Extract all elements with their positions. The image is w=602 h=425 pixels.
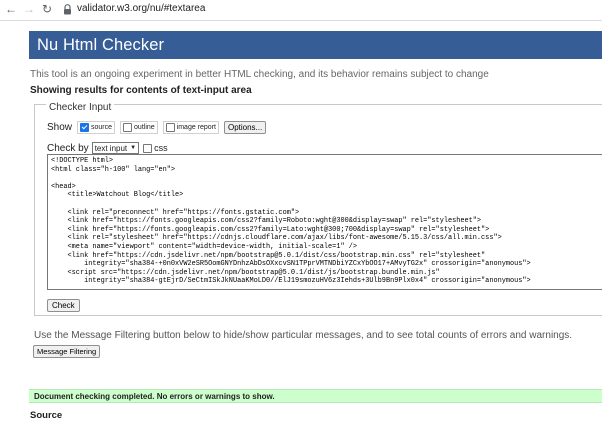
textarea-line: integrity="sha384-+0n0xVW2eSR5OomGNYDnhz… bbox=[51, 260, 531, 269]
textarea-line: <meta name="viewport" content="width=dev… bbox=[51, 242, 357, 251]
textarea-line: <link href="https://cdn.jsdelivr.net/npm… bbox=[51, 251, 486, 260]
source-label: source bbox=[91, 124, 113, 131]
lock-icon bbox=[64, 4, 71, 15]
show-source-option[interactable]: source bbox=[77, 121, 116, 134]
check-by-select[interactable]: text input ▼ bbox=[91, 142, 140, 154]
image-report-label: image report bbox=[176, 124, 216, 131]
textarea-line: <!DOCTYPE html> bbox=[51, 157, 114, 165]
outline-label: outline bbox=[134, 124, 155, 131]
source-checkbox[interactable] bbox=[80, 123, 90, 132]
outline-checkbox[interactable] bbox=[123, 123, 133, 132]
page-header: Nu Html Checker bbox=[29, 31, 602, 59]
textarea-line: <link href="https://fonts.googleapis.com… bbox=[51, 225, 490, 234]
textarea-line: <script src="https://cdn.jsdelivr.net/np… bbox=[51, 268, 440, 277]
checker-input-legend: Checker Input bbox=[46, 102, 115, 113]
textarea-line bbox=[51, 174, 599, 183]
chevron-down-icon: ▼ bbox=[130, 145, 137, 151]
results-heading: Showing results for contents of text-inp… bbox=[30, 85, 252, 96]
forward-arrow-icon[interactable]: → bbox=[22, 2, 36, 16]
show-options-row: Show source outline image report Options… bbox=[47, 121, 267, 134]
browser-toolbar: ← → ↻ validator.w3.org/nu/#textarea bbox=[0, 0, 602, 21]
page-title: Nu Html Checker bbox=[37, 36, 165, 54]
check-by-row: Check by text input ▼ css bbox=[47, 142, 168, 154]
source-textarea[interactable]: <!DOCTYPE html> <html class="h-100" lang=… bbox=[47, 154, 602, 290]
show-outline-option[interactable]: outline bbox=[120, 121, 158, 134]
textarea-line bbox=[51, 200, 599, 209]
address-bar[interactable]: validator.w3.org/nu/#textarea bbox=[77, 3, 205, 14]
back-arrow-icon[interactable]: ← bbox=[4, 2, 18, 16]
source-heading: Source bbox=[30, 410, 63, 421]
check-by-value: text input bbox=[94, 143, 128, 153]
textarea-line: <link rel="preconnect" href="https://fon… bbox=[51, 208, 300, 217]
intro-text: This tool is an ongoing experiment in be… bbox=[30, 69, 489, 80]
options-button[interactable]: Options... bbox=[223, 121, 267, 134]
textarea-line: <html class="h-100" lang="en"> bbox=[51, 165, 176, 174]
css-label: css bbox=[154, 143, 168, 153]
textarea-line: <head> bbox=[51, 182, 76, 191]
show-label: Show bbox=[47, 122, 73, 133]
image-report-checkbox[interactable] bbox=[165, 123, 175, 132]
message-filtering-button[interactable]: Message Filtering bbox=[33, 345, 101, 358]
check-button[interactable]: Check bbox=[47, 299, 80, 312]
filter-info-text: Use the Message Filtering button below t… bbox=[34, 330, 573, 341]
reload-icon[interactable]: ↻ bbox=[40, 2, 54, 16]
textarea-line: <link href="https://fonts.googleapis.com… bbox=[51, 217, 482, 226]
textarea-line: <title>Watchout Blog</title> bbox=[51, 191, 184, 200]
show-image-report-option[interactable]: image report bbox=[162, 121, 219, 134]
success-message: Document checking completed. No errors o… bbox=[29, 389, 602, 403]
css-option[interactable]: css bbox=[143, 143, 168, 153]
textarea-line: <link rel="stylesheet" href="https://cdn… bbox=[51, 234, 502, 243]
css-checkbox[interactable] bbox=[143, 143, 153, 153]
textarea-line: integrity="sha384-gtEjrD/SeCtmISkJkNUaaK… bbox=[51, 277, 531, 286]
check-by-label: Check by bbox=[47, 142, 89, 154]
